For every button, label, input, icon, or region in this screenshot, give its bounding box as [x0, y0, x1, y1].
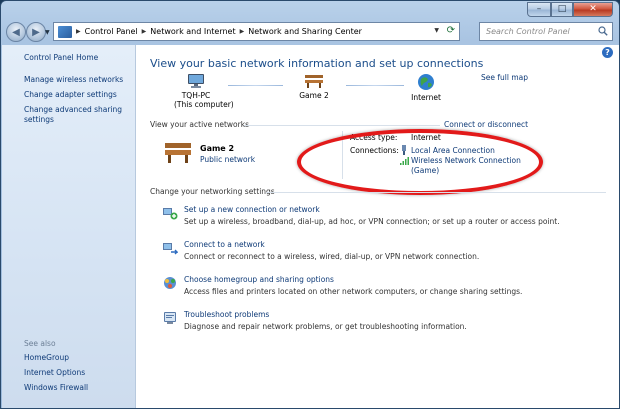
recent-pages-dropdown[interactable]: ▼ — [45, 29, 50, 36]
help-icon[interactable]: ? — [602, 47, 613, 58]
search-icon[interactable] — [598, 26, 608, 36]
homegroup-icon — [164, 277, 176, 289]
sidebar-windows-firewall[interactable]: Windows Firewall — [24, 383, 88, 393]
map-node-internet[interactable]: Internet — [404, 73, 448, 102]
internet-label: Internet — [411, 93, 441, 102]
active-network-name: Game 2 — [200, 144, 235, 153]
section-divider — [244, 125, 440, 126]
computer-icon — [188, 74, 204, 88]
arrow-right-icon: ▶ — [32, 26, 40, 38]
search-placeholder: Search Control Panel — [486, 27, 570, 36]
map-node-network[interactable]: Game 2 — [292, 73, 336, 100]
main-content: ? View your basic network information an… — [136, 45, 619, 408]
connect-network-description: Connect or reconnect to a wireless, wire… — [184, 252, 480, 261]
bench-icon — [165, 143, 191, 163]
computer-subtitle: (This computer) — [174, 100, 234, 109]
back-button[interactable]: ◀ — [6, 22, 26, 42]
maximize-button[interactable]: □ — [551, 2, 573, 17]
sidebar-control-panel-home[interactable]: Control Panel Home — [24, 53, 98, 63]
sidebar-internet-options[interactable]: Internet Options — [24, 368, 85, 378]
sidebar-change-advanced-sharing-settings[interactable]: Change advanced sharing settings — [24, 105, 124, 124]
refresh-icon[interactable]: ⟳ — [447, 25, 455, 36]
troubleshoot-description: Diagnose and repair network problems, or… — [184, 322, 467, 331]
network-type-link[interactable]: Public network — [200, 155, 255, 164]
change-settings-heading: Change your networking settings — [150, 187, 275, 196]
breadcrumb-separator[interactable]: ▶ — [240, 28, 245, 35]
bench-icon — [305, 75, 323, 88]
setup-connection-description: Set up a wireless, broadband, dial-up, a… — [184, 217, 560, 226]
map-connector-1 — [228, 85, 283, 86]
sidebar-manage-wireless-networks[interactable]: Manage wireless networks — [24, 75, 123, 85]
address-dropdown-icon[interactable]: ▼ — [434, 27, 439, 34]
control-panel-icon — [58, 25, 72, 38]
setup-connection-icon — [163, 208, 178, 220]
forward-button[interactable]: ▶ — [26, 22, 46, 42]
troubleshoot-icon — [164, 312, 176, 324]
sidebar-homegroup[interactable]: HomeGroup — [24, 353, 69, 363]
network-sharing-center-window: – □ ✕ ◀ ▶ ▼ ▶ Control Panel ▶ Network an… — [0, 0, 620, 409]
connect-network-icon — [163, 243, 178, 255]
network-name: Game 2 — [299, 91, 329, 100]
setup-connection-link[interactable]: Set up a new connection or network — [184, 205, 320, 214]
troubleshoot-link[interactable]: Troubleshoot problems — [184, 310, 269, 319]
active-networks-heading: View your active networks — [150, 120, 249, 129]
arrow-left-icon: ◀ — [12, 26, 20, 38]
highlight-annotation — [297, 129, 543, 195]
minimize-button[interactable]: – — [527, 2, 551, 17]
homegroup-sharing-link[interactable]: Choose homegroup and sharing options — [184, 275, 334, 284]
breadcrumb-separator[interactable]: ▶ — [142, 28, 147, 35]
map-node-computer[interactable]: TQH-PC (This computer) — [174, 73, 234, 109]
section-divider — [266, 192, 606, 193]
close-button[interactable]: ✕ — [573, 2, 613, 17]
connect-or-disconnect-link[interactable]: Connect or disconnect — [444, 120, 528, 129]
navigation-bar: ◀ ▶ ▼ ▶ Control Panel ▶ Network and Inte… — [1, 19, 619, 45]
search-input[interactable]: Search Control Panel — [479, 22, 613, 41]
computer-name: TQH-PC — [181, 91, 211, 100]
globe-icon — [418, 74, 434, 90]
breadcrumb-network-and-internet[interactable]: Network and Internet — [150, 27, 235, 36]
map-connector-2 — [346, 85, 404, 86]
breadcrumb-control-panel[interactable]: Control Panel — [85, 27, 138, 36]
breadcrumb-separator[interactable]: ▶ — [76, 28, 81, 35]
window-controls: – □ ✕ — [527, 2, 613, 17]
homegroup-sharing-description: Access files and printers located on oth… — [184, 287, 523, 296]
sidebar: Control Panel Home Manage wireless netwo… — [2, 45, 136, 408]
sidebar-change-adapter-settings[interactable]: Change adapter settings — [24, 90, 117, 100]
see-also-heading: See also — [24, 339, 56, 348]
address-bar[interactable]: ▶ Control Panel ▶ Network and Internet ▶… — [53, 22, 460, 41]
breadcrumb-network-and-sharing-center[interactable]: Network and Sharing Center — [248, 27, 362, 36]
network-map: TQH-PC (This computer) Game 2 Internet — [136, 69, 619, 119]
connect-network-link[interactable]: Connect to a network — [184, 240, 265, 249]
